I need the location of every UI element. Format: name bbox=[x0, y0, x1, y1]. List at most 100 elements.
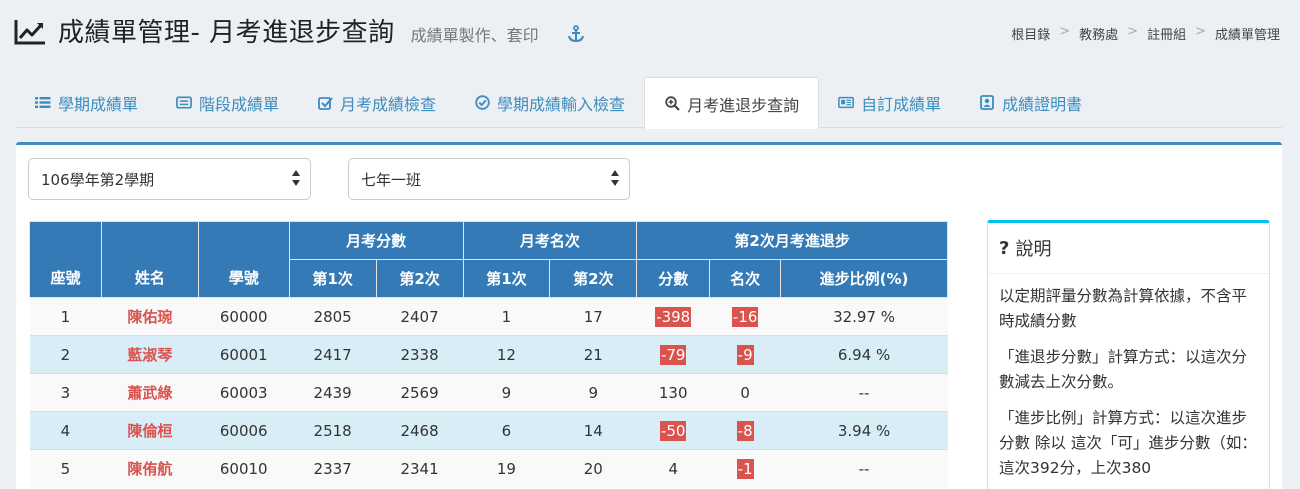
seat-cell: 3 bbox=[29, 373, 102, 412]
ratio-cell: 32.97 % bbox=[780, 297, 948, 336]
breadcrumb-current: 成績單管理 bbox=[1214, 28, 1280, 43]
help-paragraph: 「進退步分數」計算方式：以這次分數減去上次分數。 bbox=[999, 348, 1248, 391]
question-icon: ? bbox=[999, 237, 1010, 259]
score-second-cell: 2468 bbox=[376, 411, 463, 450]
score-second-cell: 2569 bbox=[376, 373, 463, 412]
header-progress-group: 第2次月考進退步 bbox=[636, 221, 948, 260]
score-second-cell: 2341 bbox=[376, 449, 463, 488]
rank-first-cell: 9 bbox=[463, 373, 550, 412]
help-title: 說明 bbox=[1015, 239, 1052, 260]
negative-badge: -16 bbox=[731, 306, 759, 327]
page-header: 成績單管理- 月考進退步查詢 成績單製作、套印 根目錄 > 教務處 > 註冊組 … bbox=[0, 0, 1300, 62]
negative-badge: -9 bbox=[736, 344, 754, 365]
seat-cell: 1 bbox=[29, 297, 102, 336]
tab-certificate[interactable]: 成績證明書 bbox=[960, 77, 1101, 128]
tab-stage-report[interactable]: 階段成績單 bbox=[157, 77, 298, 128]
tab-label: 月考進退步查詢 bbox=[687, 95, 800, 115]
diff-score-cell: 4 bbox=[636, 449, 710, 488]
header-rank-group: 月考名次 bbox=[462, 221, 638, 260]
diff-score-cell: 130 bbox=[636, 373, 710, 412]
id-card-icon bbox=[979, 95, 995, 110]
name-cell: 陳侑航 bbox=[101, 449, 199, 488]
diff-score-cell: -50 bbox=[636, 411, 710, 450]
header-diff-rank: 名次 bbox=[709, 259, 782, 298]
tab-label: 學期成績輸入檢查 bbox=[497, 94, 626, 114]
student-name: 陳佑琬 bbox=[127, 308, 173, 326]
table-row: 3 蕭武綠 60003 2439 2569 9 9 130 0 -- bbox=[29, 373, 948, 412]
tab-label: 自訂成績單 bbox=[861, 94, 942, 114]
zoom-in-icon bbox=[664, 96, 680, 111]
diff-rank-cell: -9 bbox=[709, 335, 781, 374]
rank-second-cell: 20 bbox=[549, 449, 637, 488]
score-first-cell: 2417 bbox=[289, 335, 377, 374]
table-row: 4 陳倫桓 60006 2518 2468 6 14 -50 -8 3.94 % bbox=[29, 411, 948, 450]
help-box: ? 說明 以定期評量分數為計算依據，不含平時成績分數 「進退步分數」計算方式：以… bbox=[987, 220, 1270, 489]
diff-rank-cell: -1 bbox=[709, 449, 781, 488]
breadcrumb-academic-affairs[interactable]: 教務處 bbox=[1079, 24, 1118, 43]
tab-semester-input-check[interactable]: 學期成績輸入檢查 bbox=[455, 77, 644, 128]
class-select-value: 七年一班 bbox=[361, 170, 422, 189]
seat-cell: 2 bbox=[29, 335, 102, 374]
help-paragraph: 以定期評量分數為計算依據，不含平時成績分數 bbox=[999, 287, 1248, 330]
newspaper-icon bbox=[838, 96, 854, 110]
class-select[interactable]: 七年一班 bbox=[348, 158, 630, 200]
anchor-icon[interactable] bbox=[567, 25, 585, 43]
student-name: 藍淑琴 bbox=[127, 346, 173, 364]
tab-monthly-exam-check[interactable]: 月考成績檢查 bbox=[298, 77, 455, 128]
rank-first-cell: 12 bbox=[463, 335, 550, 374]
check-circle-icon bbox=[474, 95, 490, 110]
student-id-cell: 60003 bbox=[198, 373, 290, 412]
header-name: 姓名 bbox=[100, 221, 199, 298]
tab-semester-report[interactable]: 學期成績單 bbox=[16, 77, 157, 128]
breadcrumb: 根目錄 > 教務處 > 註冊組 > 成績單管理 bbox=[1011, 24, 1280, 43]
student-id-cell: 60000 bbox=[198, 297, 290, 336]
tab-label: 學期成績單 bbox=[58, 94, 139, 114]
line-chart-icon bbox=[14, 20, 45, 45]
score-first-cell: 2439 bbox=[289, 373, 377, 412]
score-second-cell: 2407 bbox=[376, 297, 463, 336]
student-name: 陳侑航 bbox=[127, 460, 173, 479]
rank-first-cell: 19 bbox=[463, 449, 550, 488]
help-header: ? 說明 bbox=[988, 223, 1269, 274]
ratio-cell: -- bbox=[780, 449, 948, 488]
header-score-first: 第1次 bbox=[288, 259, 377, 298]
table-row: 1 陳佑琬 60000 2805 2407 1 17 -398 -16 32.9… bbox=[29, 297, 948, 336]
rank-second-cell: 14 bbox=[549, 411, 637, 450]
seat-cell: 5 bbox=[29, 449, 102, 488]
checkbox-icon bbox=[317, 96, 333, 110]
help-body: 以定期評量分數為計算依據，不含平時成績分數 「進退步分數」計算方式：以這次分數減… bbox=[988, 274, 1269, 489]
page-subtitle: 成績單製作、套印 bbox=[410, 26, 539, 45]
negative-badge: -79 bbox=[659, 344, 687, 365]
negative-badge: -398 bbox=[655, 306, 692, 327]
name-cell: 陳佑琬 bbox=[101, 297, 199, 336]
page-title: 成績單管理- 月考進退步查詢 bbox=[58, 18, 395, 48]
card-icon bbox=[176, 96, 192, 110]
help-paragraph: 「進步比例」計算方式：以這次進步分數 除以 這次「可」進步分數（如：這次392分… bbox=[999, 409, 1257, 477]
name-cell: 蕭武綠 bbox=[101, 373, 199, 412]
score-first-cell: 2518 bbox=[289, 411, 377, 450]
breadcrumb-separator: > bbox=[1127, 24, 1139, 39]
breadcrumb-root[interactable]: 根目錄 bbox=[1011, 24, 1050, 43]
breadcrumb-registration[interactable]: 註冊組 bbox=[1147, 24, 1186, 43]
title-wrap: 成績單管理- 月考進退步查詢 成績單製作、套印 bbox=[14, 12, 585, 49]
ratio-cell: 6.94 % bbox=[780, 335, 948, 374]
tab-monthly-progress[interactable]: 月考進退步查詢 bbox=[644, 77, 820, 129]
negative-badge: -8 bbox=[736, 420, 754, 441]
tab-label: 階段成績單 bbox=[199, 94, 280, 114]
rank-second-cell: 21 bbox=[549, 335, 637, 374]
score-first-cell: 2805 bbox=[289, 297, 377, 336]
negative-badge: -50 bbox=[659, 420, 687, 441]
diff-rank-cell: -8 bbox=[709, 411, 781, 450]
tab-label: 月考成績檢查 bbox=[340, 94, 437, 114]
table-row: 2 藍淑琴 60001 2417 2338 12 21 -79 -9 6.94 … bbox=[29, 335, 948, 374]
ratio-cell: -- bbox=[780, 373, 948, 412]
rank-first-cell: 6 bbox=[463, 411, 550, 450]
header-diff-score: 分數 bbox=[636, 259, 711, 298]
negative-badge: -1 bbox=[736, 458, 754, 479]
breadcrumb-separator: > bbox=[1059, 24, 1071, 39]
score-first-cell: 2337 bbox=[289, 449, 377, 488]
rank-second-cell: 9 bbox=[549, 373, 637, 412]
diff-score-cell: -398 bbox=[636, 297, 710, 336]
tab-custom-report[interactable]: 自訂成績單 bbox=[819, 77, 960, 128]
semester-select[interactable]: 106學年第2學期 bbox=[28, 158, 311, 200]
